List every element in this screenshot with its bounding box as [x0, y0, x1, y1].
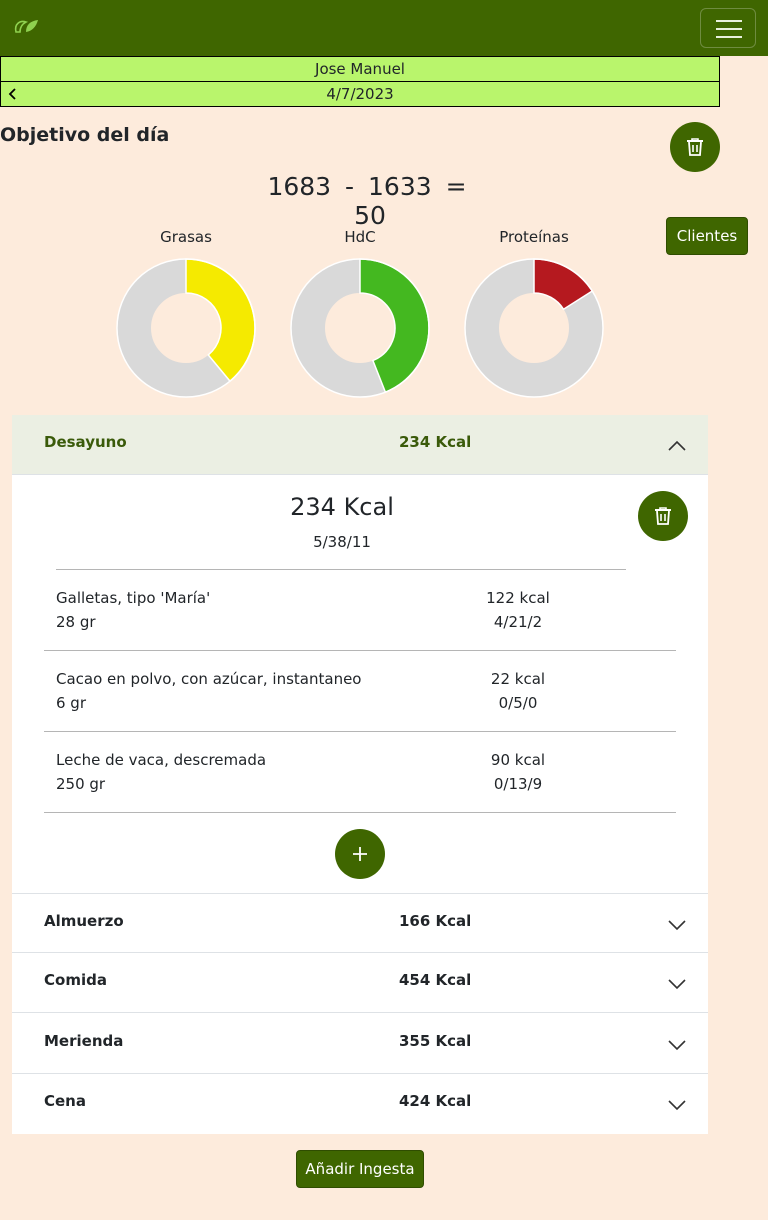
meal-header-merienda[interactable]: Merienda 355 Kcal [12, 1014, 708, 1074]
divider [44, 731, 676, 732]
delete-meal-button[interactable] [638, 491, 688, 541]
add-food-button[interactable] [335, 829, 385, 879]
food-amount: 28 gr [56, 613, 96, 631]
meal-name: Merienda [44, 1032, 124, 1050]
meal-name: Desayuno [44, 433, 127, 451]
client-name-bar[interactable]: Jose Manuel [0, 56, 720, 82]
meal-kcal: 166 Kcal [399, 912, 472, 930]
divider [44, 812, 676, 813]
menu-toggle-button[interactable] [700, 8, 756, 48]
meal-header-comida[interactable]: Comida 454 Kcal [12, 953, 708, 1013]
logo-icon[interactable] [12, 16, 42, 36]
chevron-down-icon [668, 1040, 686, 1051]
chevron-down-icon [668, 1100, 686, 1111]
food-name: Galletas, tipo 'María' [56, 589, 211, 607]
minus-sign: - [345, 172, 355, 201]
meal-header-cena[interactable]: Cena 424 Kcal [12, 1074, 708, 1134]
meal-name: Almuerzo [44, 912, 124, 930]
remaining-kcal: 50 [354, 201, 386, 230]
divider [56, 569, 626, 570]
meal-kcal: 234 Kcal [399, 433, 472, 451]
food-amount: 250 gr [56, 775, 106, 793]
food-name: Leche de vaca, descremada [56, 751, 267, 769]
meal-total-kcal: 234 Kcal [290, 493, 394, 521]
donut-chart-proteinas [464, 258, 604, 398]
chevron-left-icon[interactable] [7, 88, 19, 100]
plus-icon [353, 847, 367, 861]
trash-icon [687, 138, 703, 156]
food-macros: 4/21/2 [493, 613, 543, 631]
donut-label-proteinas: Proteínas [499, 228, 569, 246]
menu-icon [716, 20, 742, 22]
food-kcal: 90 kcal [490, 751, 546, 769]
meal-header-desayuno[interactable]: Desayuno 234 Kcal [12, 415, 708, 475]
meals-accordion: Desayuno 234 Kcal 234 Kcal 5/38/11 Galle… [12, 415, 708, 1134]
food-amount: 6 gr [56, 694, 86, 712]
meal-name: Comida [44, 971, 107, 989]
clientes-button[interactable]: Clientes [666, 217, 748, 255]
donut-chart-hdc [290, 258, 430, 398]
food-kcal: 122 kcal [486, 589, 550, 607]
food-kcal: 22 kcal [490, 670, 546, 688]
meal-kcal: 454 Kcal [399, 971, 472, 989]
divider [44, 650, 676, 651]
equals-sign: = [445, 172, 467, 201]
date-text: 4/7/2023 [326, 85, 394, 103]
consumed-kcal: 1633 [368, 172, 432, 201]
donut-label-hdc: HdC [344, 228, 376, 246]
navbar [0, 0, 768, 56]
food-macros: 0/13/9 [493, 775, 543, 793]
trash-icon [655, 507, 671, 525]
meal-kcal: 424 Kcal [399, 1092, 472, 1110]
chevron-down-icon [668, 920, 686, 931]
donut-chart-grasas [116, 258, 256, 398]
calorie-summary: 1683 - 1633 = 50 [250, 172, 490, 230]
page-title: Objetivo del día [0, 124, 170, 146]
food-name: Cacao en polvo, con azúcar, instantaneo [56, 670, 362, 688]
date-bar: 4/7/2023 [0, 81, 720, 107]
food-macros: 0/5/0 [498, 694, 538, 712]
goal-kcal: 1683 [267, 172, 332, 201]
meal-header-almuerzo[interactable]: Almuerzo 166 Kcal [12, 893, 708, 953]
meal-name: Cena [44, 1092, 86, 1110]
meal-total-macros: 5/38/11 [313, 533, 371, 551]
add-ingesta-button[interactable]: Añadir Ingesta [296, 1150, 424, 1188]
chevron-down-icon [668, 979, 686, 990]
chevron-up-icon [668, 440, 686, 451]
donut-label-grasas: Grasas [160, 228, 212, 246]
delete-day-button[interactable] [670, 122, 720, 172]
meal-kcal: 355 Kcal [399, 1032, 472, 1050]
